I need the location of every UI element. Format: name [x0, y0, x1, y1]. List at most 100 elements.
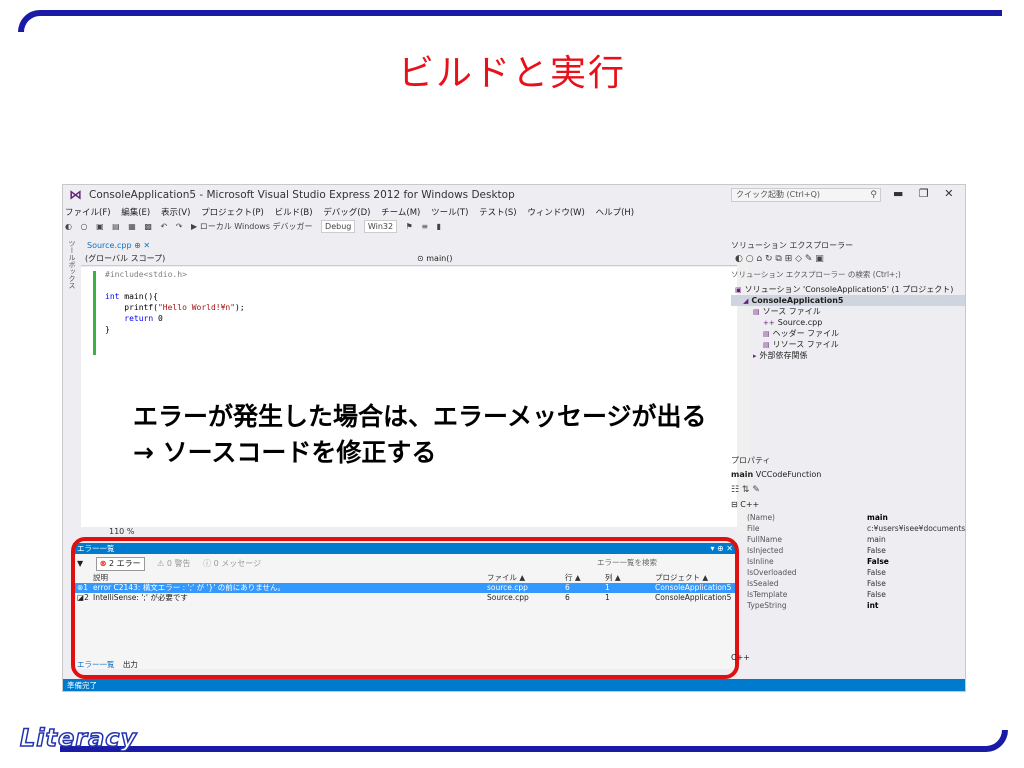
document-tabs: Source.cpp ⊕ ✕: [81, 240, 737, 252]
property-row[interactable]: FullName main: [731, 534, 965, 545]
code-line-1: #include<stdio.h>: [105, 270, 187, 279]
code-keyword-return: return: [105, 314, 154, 323]
tree-item-header-files[interactable]: ▤ ヘッダー ファイル: [731, 328, 965, 339]
solution-explorer-toolbar[interactable]: ◐ ○ ⌂ ↻ ⧉ ⊞ ◇ ✎ ▣: [735, 254, 824, 264]
property-name: IsTemplate: [747, 590, 788, 599]
folder-icon: ▤: [763, 341, 770, 349]
property-value: main: [867, 535, 886, 544]
menu-debug[interactable]: デバッグ(D): [323, 208, 370, 218]
toolbar: ◐ ○ ▣ ▤ ▦ ▩ ↶ ↷ ▶ ローカル Windows デバッガー Deb…: [65, 220, 965, 236]
code-string: "Hello World!¥n": [157, 303, 236, 312]
code-line-5: }: [105, 325, 110, 334]
menu-file[interactable]: ファイル(F): [65, 208, 111, 218]
menu-team[interactable]: チーム(M): [381, 208, 420, 218]
properties-toolbar[interactable]: ☷ ⇅ ✎: [731, 485, 760, 495]
undo-icon[interactable]: ↶: [161, 222, 168, 231]
property-name: FullName: [747, 535, 782, 544]
property-row[interactable]: IsTemplate False: [731, 589, 965, 600]
configuration-select[interactable]: Debug: [321, 220, 356, 233]
tree-item-source-files[interactable]: ▤ ソース ファイル: [731, 306, 965, 317]
properties-category[interactable]: ⊟ C++: [731, 500, 759, 509]
comment-icon[interactable]: ≡: [421, 222, 428, 231]
menu-window[interactable]: ウィンドウ(W): [527, 208, 585, 218]
tree-item-label: ソリューション 'ConsoleApplication5' (1 プロジェクト): [744, 285, 954, 294]
minimize-icon[interactable]: ▬: [893, 187, 903, 200]
menu-help[interactable]: ヘルプ(H): [596, 208, 635, 218]
solution-tree: ▣ ソリューション 'ConsoleApplication5' (1 プロジェクト…: [731, 284, 965, 361]
platform-select[interactable]: Win32: [363, 220, 398, 233]
quick-launch-placeholder: クイック起動 (Ctrl+Q): [736, 190, 821, 199]
source-code[interactable]: #include<stdio.h> int main(){ printf("He…: [105, 269, 245, 335]
close-tab-icon[interactable]: ✕: [143, 241, 150, 250]
scope-select[interactable]: (グローバル スコープ): [85, 253, 415, 265]
new-project-icon[interactable]: ▣: [96, 222, 104, 231]
zoom-level[interactable]: 110 %: [109, 527, 134, 536]
property-row[interactable]: TypeString int: [731, 600, 965, 611]
tree-item-source-cpp[interactable]: ++ Source.cpp: [731, 317, 965, 328]
tree-item-project[interactable]: ◢ ConsoleApplication5: [731, 295, 965, 306]
search-icon: ⚲: [870, 190, 877, 200]
change-marker: [93, 271, 96, 355]
tree-item-external-deps[interactable]: ▸ 外部依存関係: [731, 350, 965, 361]
open-icon[interactable]: ▤: [112, 222, 120, 231]
properties-object-select[interactable]: main VCCodeFunction: [731, 469, 965, 481]
property-value: False: [867, 546, 886, 555]
property-name: IsInline: [747, 557, 774, 566]
error-highlight-ring: [71, 537, 739, 679]
save-icon[interactable]: ▦: [128, 222, 136, 231]
code-printf-end: );: [235, 303, 245, 312]
menu-edit[interactable]: 編集(E): [121, 208, 150, 218]
code-printf: printf(: [105, 303, 158, 312]
tab-label: Source.cpp: [87, 241, 132, 250]
annotation-line-1: エラーが発生した場合は、エラーメッセージが出る: [133, 402, 707, 431]
tree-item-resource-files[interactable]: ▤ リソース ファイル: [731, 339, 965, 350]
solution-search-input[interactable]: ソリューション エクスプローラー の検索 (Ctrl+;): [731, 269, 965, 281]
start-debugging-button[interactable]: ▶ ローカル Windows デバッガー: [191, 221, 313, 232]
dependency-icon: ▸: [753, 352, 757, 360]
function-select[interactable]: ⊙ main(): [417, 253, 727, 265]
tree-item-label: リソース ファイル: [772, 340, 839, 349]
bookmark-icon[interactable]: ▮: [437, 222, 441, 231]
menu-test[interactable]: テスト(S): [479, 208, 517, 218]
navigation-bar: (グローバル スコープ) ⊙ main(): [81, 252, 737, 266]
menu-bar: ファイル(F) 編集(E) 表示(V) プロジェクト(P) ビルド(B) デバッ…: [65, 206, 642, 218]
properties-header: プロパティ: [731, 455, 965, 467]
code-line-2: main(){: [119, 292, 158, 301]
property-row[interactable]: File c:¥users¥isee¥documents¥: [731, 523, 965, 534]
title-bar: ⋈ ConsoleApplication5 - Microsoft Visual…: [63, 185, 965, 205]
redo-icon[interactable]: ↷: [176, 222, 183, 231]
slide-frame-top: [18, 10, 1002, 32]
toolbox-side-tab[interactable]: ツールボックス: [63, 240, 77, 340]
quick-launch-input[interactable]: クイック起動 (Ctrl+Q) ⚲: [731, 188, 881, 202]
menu-build[interactable]: ビルド(B): [275, 208, 313, 218]
property-row[interactable]: IsSealed False: [731, 578, 965, 589]
project-icon: ◢: [743, 297, 749, 305]
code-return-value: 0: [153, 314, 163, 323]
properties-grid: (Name) main File c:¥users¥isee¥documents¥ …: [731, 512, 965, 611]
code-editor[interactable]: #include<stdio.h> int main(){ printf("He…: [81, 267, 737, 527]
menu-view[interactable]: 表示(V): [161, 208, 190, 218]
folder-icon: ▤: [753, 308, 760, 316]
find-icon[interactable]: ⚑: [406, 222, 413, 231]
property-row[interactable]: IsInjected False: [731, 545, 965, 556]
tab-source-cpp[interactable]: Source.cpp ⊕ ✕: [81, 240, 157, 252]
menu-tools[interactable]: ツール(T): [431, 208, 468, 218]
property-value: False: [867, 568, 886, 577]
save-all-icon[interactable]: ▩: [144, 222, 152, 231]
forward-icon[interactable]: ○: [81, 222, 88, 231]
property-value: main: [867, 513, 888, 522]
back-icon[interactable]: ◐: [65, 222, 72, 231]
close-icon[interactable]: ✕: [944, 187, 953, 200]
folder-icon: ▤: [763, 330, 770, 338]
property-name: File: [747, 524, 760, 533]
restore-icon[interactable]: ❐: [919, 187, 929, 200]
property-row[interactable]: (Name) main: [731, 512, 965, 523]
property-row[interactable]: IsOverloaded False: [731, 567, 965, 578]
pin-icon[interactable]: ⊕: [134, 241, 141, 250]
window-controls: ▬ ❐ ✕: [893, 187, 954, 200]
tree-item-solution[interactable]: ▣ ソリューション 'ConsoleApplication5' (1 プロジェクト…: [731, 284, 965, 295]
property-value: False: [867, 557, 889, 566]
solution-search-placeholder: ソリューション エクスプローラー の検索 (Ctrl+;): [731, 270, 901, 279]
property-row[interactable]: IsInline False: [731, 556, 965, 567]
menu-project[interactable]: プロジェクト(P): [201, 208, 264, 218]
